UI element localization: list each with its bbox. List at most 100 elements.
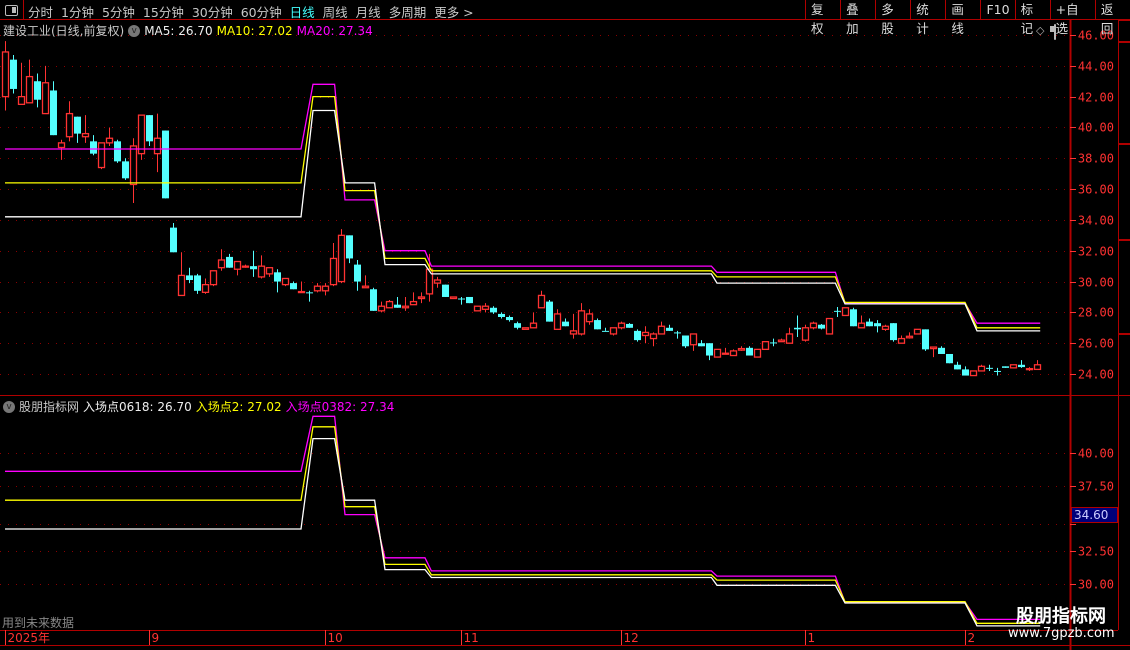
price-tick-label: 34.00 xyxy=(1078,214,1114,228)
candle xyxy=(506,315,513,322)
candle-body xyxy=(977,365,986,372)
period-tab[interactable]: 30分钟 xyxy=(192,2,233,21)
date-label: 12 xyxy=(624,631,639,645)
side-tab[interactable] xyxy=(1119,144,1130,240)
chevron-down-icon[interactable]: v xyxy=(128,24,141,37)
candle xyxy=(689,333,698,351)
candle-body xyxy=(417,296,426,300)
candle xyxy=(801,324,810,342)
candle-body xyxy=(881,325,890,330)
period-tab[interactable]: 60分钟 xyxy=(241,2,282,21)
toolbar-button[interactable]: 多股 xyxy=(875,0,910,36)
candle-body xyxy=(922,329,929,350)
candle-body xyxy=(905,335,914,339)
indicator-tick-label: 32.50 xyxy=(1078,545,1114,559)
candle-body xyxy=(689,333,698,346)
period-tab[interactable]: 15分钟 xyxy=(143,2,184,21)
candle-body xyxy=(313,285,322,292)
candle xyxy=(162,130,169,199)
candle-body xyxy=(986,367,993,369)
toolbar-button[interactable]: 画线 xyxy=(945,0,980,36)
candle-body xyxy=(529,322,538,329)
watermark-url: www.7gpzb.com xyxy=(1008,626,1115,641)
toolbar-button[interactable]: 返回 xyxy=(1094,0,1130,36)
candle-body xyxy=(649,333,658,340)
candle xyxy=(634,329,641,342)
period-tab[interactable]: 更多 > xyxy=(434,2,473,21)
candle-body xyxy=(490,307,497,313)
side-tab[interactable] xyxy=(1119,20,1130,42)
candle xyxy=(1033,360,1042,371)
side-tab[interactable] xyxy=(1119,42,1130,144)
side-tab[interactable] xyxy=(1119,240,1130,334)
candle-body xyxy=(537,294,546,309)
price-tick-label: 40.00 xyxy=(1078,121,1114,135)
candle-body xyxy=(81,132,90,138)
candle xyxy=(129,138,138,203)
ma5-value: MA5: 26.70 xyxy=(144,23,213,38)
entry-0618-value: 入场点0618: 26.70 xyxy=(83,400,192,414)
panel-toggle-button[interactable] xyxy=(0,0,24,20)
period-tab[interactable]: 日线 xyxy=(290,2,315,21)
period-tab[interactable]: 5分钟 xyxy=(102,2,135,21)
period-tab[interactable]: 周线 xyxy=(323,2,348,21)
period-tabs: 分时 1分钟 5分钟 15分钟 30分钟 60分钟 日线 周线 月线 多周期 更多 > xyxy=(28,2,474,21)
toolbar-button[interactable]: 标记 xyxy=(1014,0,1050,36)
main-panel-legend: 建设工业(日线,前复权) v MA5: 26.70 MA10: 27.02 MA… xyxy=(3,22,373,39)
window-toggle-icon[interactable] xyxy=(1054,24,1056,40)
candle xyxy=(986,364,993,371)
toolbar-button[interactable]: +自选 xyxy=(1049,0,1095,36)
toolbar-button[interactable]: 叠加 xyxy=(840,0,875,36)
candle-body xyxy=(577,310,586,335)
period-tab[interactable]: 1分钟 xyxy=(61,2,94,21)
candle-body xyxy=(1002,366,1009,368)
candle xyxy=(34,73,41,108)
chevron-down-icon[interactable]: v xyxy=(3,400,15,413)
candle xyxy=(194,273,201,294)
toolbar-button[interactable]: 统计 xyxy=(910,0,945,36)
candle xyxy=(529,312,538,329)
candle xyxy=(281,277,290,287)
candle-body xyxy=(562,321,569,327)
candle xyxy=(626,323,633,328)
candle xyxy=(777,338,786,343)
candle-body xyxy=(34,81,41,100)
period-tab[interactable]: 月线 xyxy=(356,2,381,21)
toolbar-button[interactable]: 复权 xyxy=(805,0,840,36)
toolbar-button[interactable]: F10 xyxy=(980,0,1014,20)
candle xyxy=(337,229,346,284)
candle-body xyxy=(874,323,881,327)
candle xyxy=(65,101,74,142)
candle xyxy=(41,65,50,115)
candle xyxy=(721,347,730,355)
kline-chart[interactable]: 46.0044.0042.0040.0038.0036.0034.0032.00… xyxy=(0,0,1130,650)
period-tab[interactable]: 多周期 xyxy=(389,2,427,21)
candle xyxy=(377,301,386,313)
candle-body xyxy=(890,323,897,341)
candle xyxy=(657,321,666,335)
future-data-note: 用到未来数据 xyxy=(2,616,75,630)
candle-body xyxy=(777,339,786,343)
candle xyxy=(186,267,193,284)
candle xyxy=(569,313,578,339)
candle-body xyxy=(713,348,722,358)
stock-title: 建设工业(日线,前复权) xyxy=(3,24,125,38)
side-tab[interactable] xyxy=(1119,334,1130,396)
candle xyxy=(433,276,442,288)
candle-body xyxy=(825,317,834,335)
candle-body xyxy=(946,353,953,364)
candle-body xyxy=(354,264,361,282)
candle xyxy=(746,346,753,356)
candle-body xyxy=(801,327,810,341)
candle-body xyxy=(74,116,81,134)
candle xyxy=(466,296,473,304)
date-label: 9 xyxy=(152,631,160,645)
candle xyxy=(969,370,978,377)
candle-body xyxy=(682,335,689,347)
period-tab[interactable]: 分时 xyxy=(28,2,53,21)
diamond-icon[interactable]: ◇ xyxy=(1036,24,1044,37)
candle xyxy=(209,270,218,287)
candle-body xyxy=(466,296,473,304)
candle-body xyxy=(818,324,825,329)
candle-body xyxy=(521,327,530,330)
